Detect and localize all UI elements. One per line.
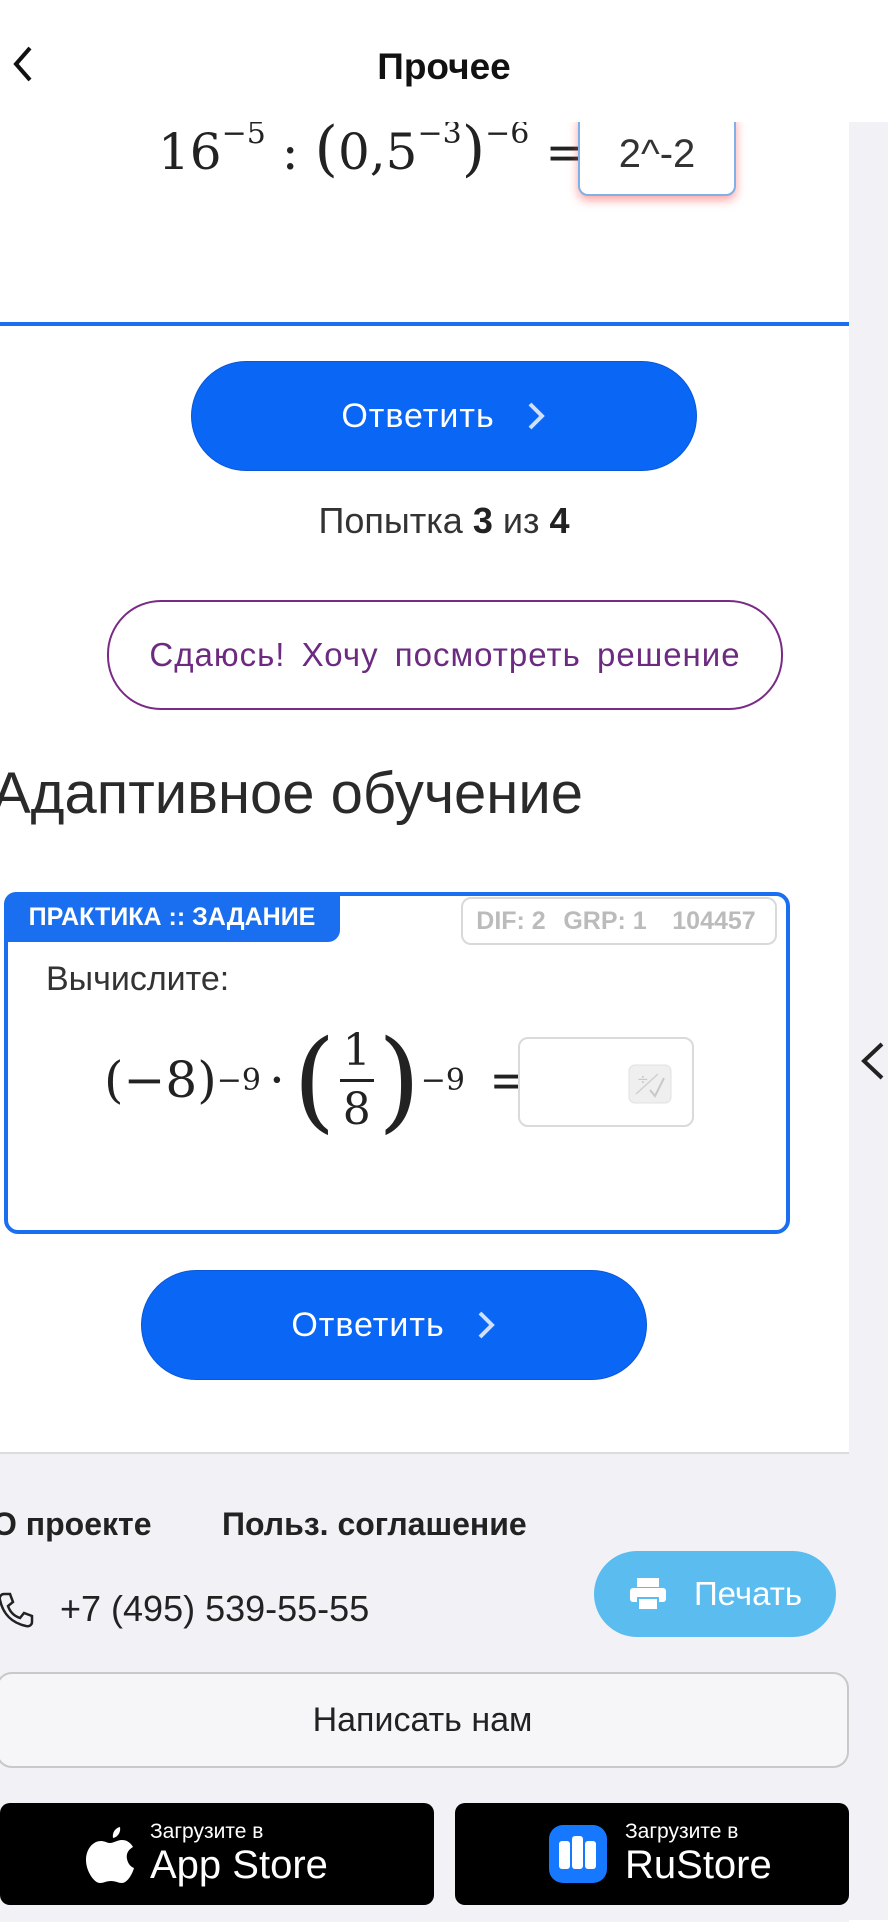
answer-button-label: Ответить xyxy=(341,396,495,435)
rustore-logo-icon xyxy=(549,1825,607,1883)
footer-link-terms[interactable]: Польз. соглашение xyxy=(222,1506,527,1543)
print-label: Печать xyxy=(693,1575,803,1612)
phone-icon xyxy=(0,1592,34,1628)
answer-button-label: Ответить xyxy=(291,1305,445,1344)
task-prompt: Вычислите: xyxy=(46,960,230,998)
difficulty-badge: DIF: 2 xyxy=(461,897,561,945)
rustore-badge[interactable]: Загрузите в RuStore xyxy=(455,1803,849,1905)
fraction: 1 8 xyxy=(339,1026,374,1134)
chevron-left-icon[interactable] xyxy=(858,1040,888,1082)
practice-expression: (−8) −9 · ( 1 8 ) −9 = xyxy=(104,1016,531,1144)
practice-tag: ПРАКТИКА :: ЗАДАНИЕ xyxy=(4,892,340,942)
svg-text:÷: ÷ xyxy=(637,1072,649,1088)
side-panel xyxy=(849,122,888,1920)
printer-icon xyxy=(629,1578,666,1611)
print-button[interactable]: Печать xyxy=(594,1551,836,1637)
attempt-counter: Попытка 3 из 4 xyxy=(318,500,570,541)
contact-us-button[interactable]: Написать нам xyxy=(0,1672,849,1768)
answer-button-practice[interactable]: Ответить xyxy=(141,1270,647,1380)
phone-number[interactable]: +7 (495) 539-55-55 xyxy=(60,1588,369,1630)
answer-button[interactable]: Ответить xyxy=(191,361,697,471)
math-keyboard-icon[interactable]: ÷ xyxy=(628,1064,672,1104)
chevron-right-icon xyxy=(528,402,545,430)
task-id-badge: 104457 xyxy=(653,897,777,945)
section-title: Адаптивное обучение xyxy=(0,761,583,826)
task1-expression: 16−5 : (0,5−3)−6 = xyxy=(158,114,588,184)
task1-answer-input[interactable]: 2^-2 xyxy=(578,112,736,196)
chevron-right-icon xyxy=(478,1311,495,1339)
group-badge: GRP: 1 xyxy=(557,897,655,945)
page-title: Прочее xyxy=(377,46,511,87)
appstore-badge[interactable]: Загрузите в App Store xyxy=(0,1803,434,1905)
footer-link-about[interactable]: О проекте xyxy=(0,1506,151,1543)
apple-logo-icon xyxy=(86,1827,134,1883)
show-solution-button[interactable]: Сдаюсь! Хочу посмотреть решение xyxy=(107,600,783,710)
